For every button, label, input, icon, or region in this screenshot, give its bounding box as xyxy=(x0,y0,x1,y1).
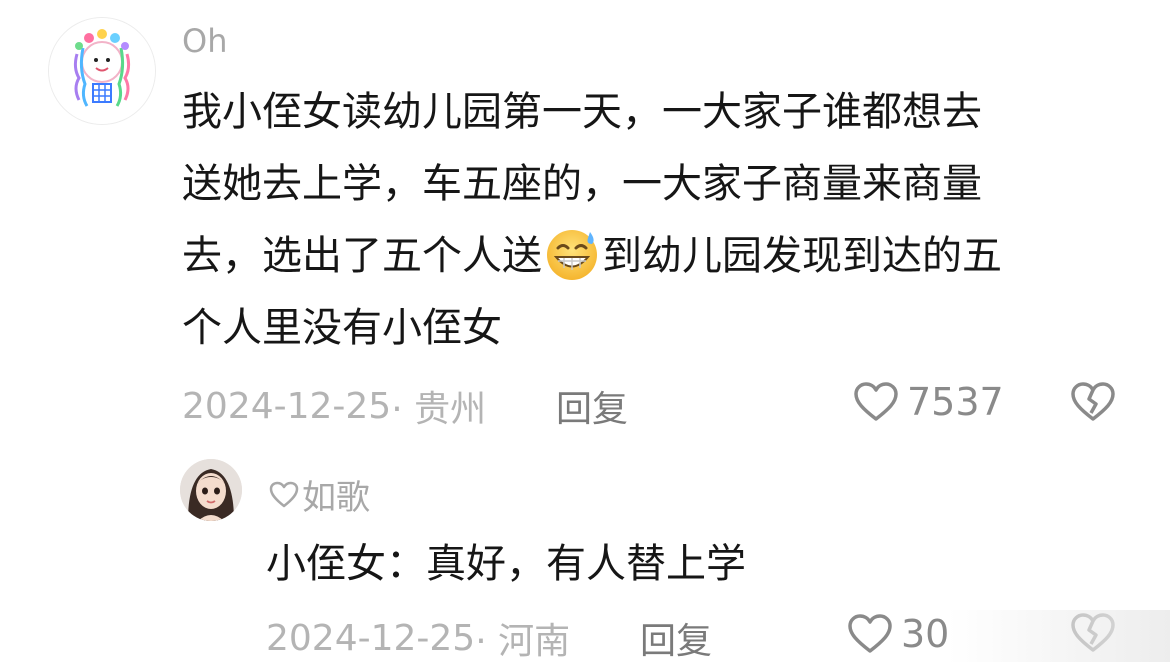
comment-location: · 贵州 xyxy=(391,389,487,430)
reply-date: 2024-12-25 xyxy=(266,617,476,659)
reply-location: · 河南 xyxy=(475,621,571,662)
reply-like-button[interactable]: 30 xyxy=(847,612,949,656)
comment-line-3-before: 去，选出了五个人送 xyxy=(182,233,542,279)
like-count: 7537 xyxy=(907,380,1004,424)
reply-reply-button[interactable]: 回复 xyxy=(640,612,712,664)
main-comment-text: 我小侄女读幼儿园第一天，一大家子谁都想去 送她去上学，车五座的，一大家子商量来商… xyxy=(182,76,1142,364)
main-dislike-button[interactable] xyxy=(1070,381,1116,427)
comment-line-4: 个人里没有小侄女 xyxy=(182,305,502,351)
reply-like-count: 30 xyxy=(901,612,950,656)
girl-portrait-avatar-icon xyxy=(180,459,242,521)
main-like-button[interactable]: 7537 xyxy=(853,380,1004,424)
doodle-avatar-icon xyxy=(49,18,155,124)
comment-line-3: 去，选出了五个人送 到幼儿园发现到达的五 xyxy=(182,220,1142,292)
reply-text: 小侄女：真好，有人替上学 xyxy=(266,541,746,587)
comment-line-2: 送她去上学，车五座的，一大家子商量来商量 xyxy=(182,161,982,207)
heart-outline-icon xyxy=(854,382,898,421)
watermark-overlay xyxy=(948,610,1170,662)
broken-heart-icon xyxy=(1071,382,1115,421)
reply-username-text: 如歌 xyxy=(302,478,370,518)
main-comment-meta: 2024-12-25 · 贵州 xyxy=(182,380,486,432)
comment-date: 2024-12-25 xyxy=(182,385,392,427)
comment-line-3-after: 到幼儿园发现到达的五 xyxy=(602,233,1002,279)
reply-meta: 2024-12-25 · 河南 xyxy=(266,612,570,664)
reply-username[interactable]: 如歌 xyxy=(268,470,370,519)
main-comment-avatar[interactable] xyxy=(48,17,156,125)
comment-line-1: 我小侄女读幼儿园第一天，一大家子谁都想去 xyxy=(182,89,982,135)
heart-outline-icon xyxy=(848,614,892,653)
main-reply-button[interactable]: 回复 xyxy=(556,380,628,432)
grinning-sweat-emoji-icon xyxy=(547,230,597,280)
heart-small-icon xyxy=(269,481,299,507)
main-comment-username[interactable]: Oh xyxy=(182,22,227,60)
reply-avatar[interactable] xyxy=(180,459,242,521)
